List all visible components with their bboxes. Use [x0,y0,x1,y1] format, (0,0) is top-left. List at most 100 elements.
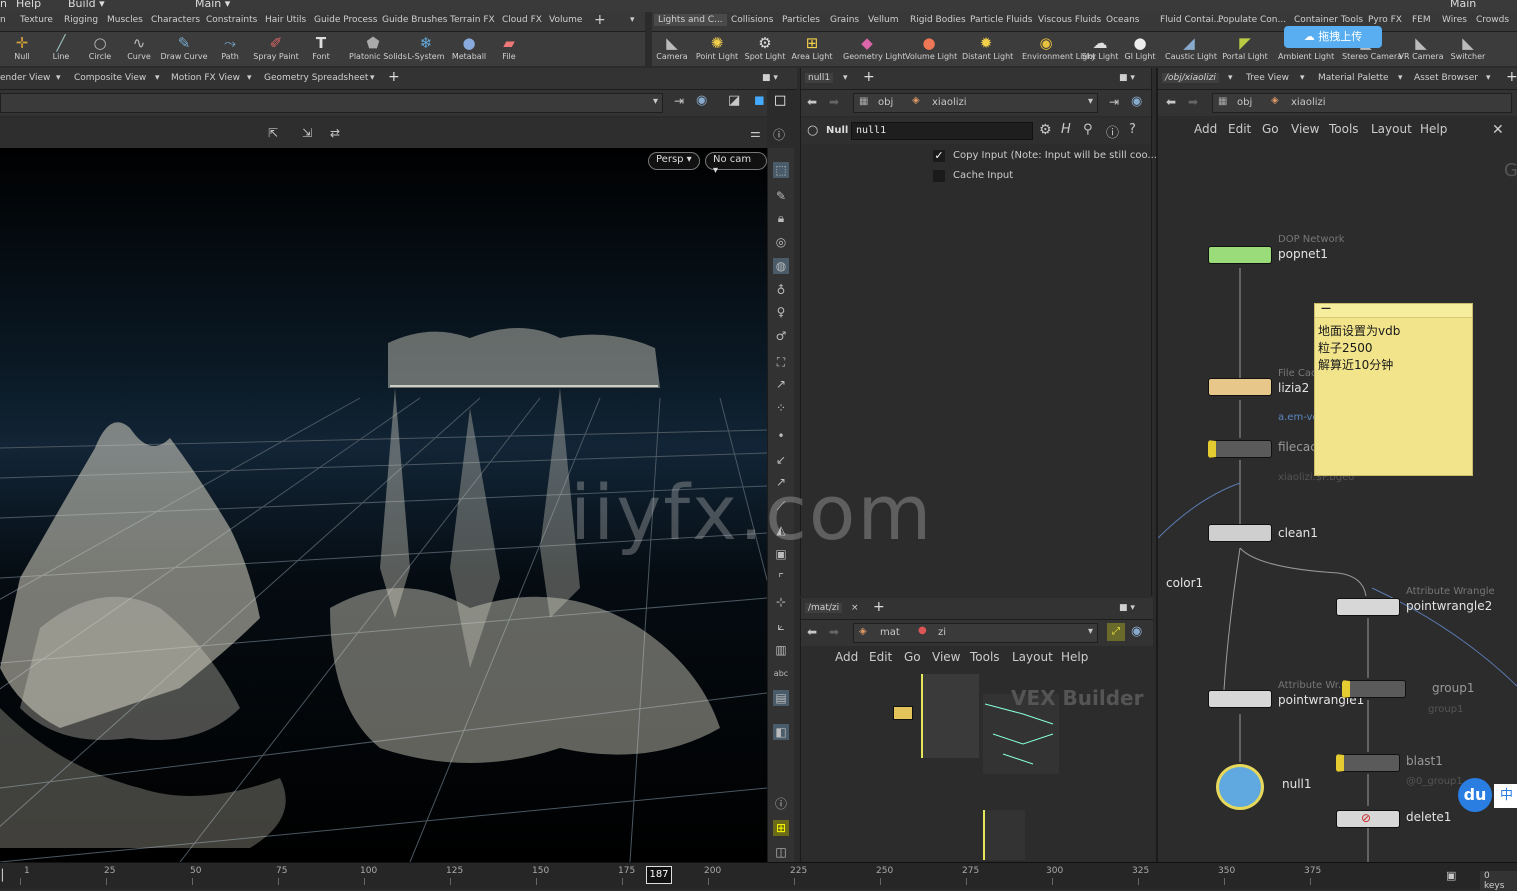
timeline[interactable]: ▏ 1 25 50 75 100 125 150 175 200 225 250… [0,862,1517,891]
camera-menu[interactable]: No cam ▾ [705,152,767,176]
shelf-tab-fem[interactable]: FEM [1412,15,1431,25]
tool-portal-light[interactable]: ◤ Portal Light [1221,34,1269,61]
pin-icon[interactable]: ⇥ [1109,95,1119,109]
shelf-tab-fluid-containers[interactable]: Fluid Contai... [1160,15,1222,25]
link-icon[interactable]: ◉ [1131,94,1142,109]
tool-platonic-solids[interactable]: ⬟ Platonic Solids [349,34,407,61]
link-icon[interactable]: ◉ [1131,624,1142,639]
menu-edit[interactable]: Edit [869,650,892,664]
mat-path-root[interactable]: mat [880,627,900,638]
tool-area-light[interactable]: ⊞ Area Light [788,34,836,61]
node-pointwrangle1[interactable] [1208,690,1272,708]
shelf-tab-guide-brushes[interactable]: Guide Brushes [382,15,448,25]
vex-subnet-block[interactable] [921,674,979,758]
handle-tool-icon[interactable]: ⇄ [330,126,340,140]
node-clean1[interactable] [1208,524,1272,542]
snap-icon[interactable]: ♂ [773,328,789,344]
arrow-icon[interactable]: ↙ [773,452,789,468]
shelf-tab-guide-process[interactable]: Guide Process [314,15,377,25]
corner-icon[interactable]: ⌜ [773,570,789,586]
node-pointwrangle2-label[interactable]: pointwrangle2 [1406,599,1492,613]
normals-icon[interactable]: ↗ [773,376,789,392]
node-pointwrangle2[interactable] [1336,598,1400,616]
menu-add[interactable]: Add [835,650,858,664]
tool-switcher[interactable]: ◣ Switcher [1444,34,1492,61]
add-tab-icon[interactable]: + [873,599,885,615]
tool-gi-light[interactable]: ● GI Light [1116,34,1164,61]
mat-path-node[interactable]: zi [938,627,946,638]
points-icon[interactable]: ⁘ [773,400,789,416]
tab-render-view[interactable]: ender View [0,73,50,83]
background-icon[interactable]: ◧ [773,724,789,740]
shelf-tab-rigid-bodies[interactable]: Rigid Bodies [910,15,966,25]
grid-toggle-icon[interactable]: ⊹ [773,594,789,610]
select-mode-icon[interactable]: ⬚ [773,162,789,178]
copy-input-checkbox[interactable]: ✓ [933,150,945,162]
node-name-field[interactable]: null1 [851,122,1033,140]
render-icon[interactable]: ▤ [773,690,789,706]
shelf-tab-terrain-fx[interactable]: Terrain FX [450,15,495,25]
menu-tools[interactable]: Tools [970,650,1000,664]
tool-font[interactable]: T Font [297,34,345,61]
node-group1-label[interactable]: group1 [1432,681,1475,695]
timeline-start-icon[interactable]: ▏ [2,869,10,882]
shelf-tab-collisions[interactable]: Collisions [731,15,773,25]
shelf-tab-crowds[interactable]: Crowds [1476,15,1509,25]
tool-environment-light[interactable]: ◉ Environment Light [1022,34,1096,61]
link-toggle-icon[interactable]: ⤢ [1107,623,1125,641]
desktop-main-select[interactable]: Main ▾ [195,0,230,10]
node-popnet1[interactable] [1208,246,1272,264]
tool-distant-light[interactable]: ✹ Distant Light [962,34,1013,61]
lock-icon[interactable]: 🔒︎ [773,210,789,226]
tab-close-icon[interactable]: ▾ [370,73,375,83]
pane-menu-icon[interactable]: ■ ▾ [1119,603,1135,613]
dot-icon[interactable]: • [773,428,789,444]
tool-path[interactable]: ⤳ Path [206,34,254,61]
tool-spray-paint[interactable]: ✐ Spray Paint [252,34,300,61]
tab-mat-zi[interactable]: /mat/zi [805,603,843,613]
shelf-tab-constraints[interactable]: Constraints [206,15,257,25]
shelf-tab-particle-fluids[interactable]: Particle Fluids [970,15,1032,25]
shelf-tab-volume[interactable]: Volume [549,15,582,25]
tool-file[interactable]: ▰ File [485,34,533,61]
text-icon[interactable]: abc [773,666,789,682]
link-icon[interactable]: ◉ [696,93,707,108]
ghost-icon[interactable]: ⛶ [773,354,789,370]
light-icon[interactable]: ♁ [773,282,789,298]
node-delete1-label[interactable]: delete1 [1406,810,1451,824]
menu-help[interactable]: Help [16,0,41,10]
shelf-tab-oceans[interactable]: Oceans [1106,15,1139,25]
node-delete1[interactable]: ⊘ [1336,810,1400,828]
search-icon[interactable]: ⚲ [1083,122,1093,137]
node-popnet1-label[interactable]: popnet1 [1278,247,1328,261]
tab-null1[interactable]: null1 [805,73,834,83]
tab-close-icon[interactable]: ▾ [155,73,160,83]
tab-close-icon[interactable]: ▾ [247,73,252,83]
tool-draw-curve[interactable]: ✎ Draw Curve [160,34,208,61]
shelf-tab-wires[interactable]: Wires [1442,15,1467,25]
pane-menu-icon[interactable]: ■ ▾ [762,73,778,83]
add-tab-icon[interactable]: + [388,69,400,85]
node-filecache12[interactable] [1208,440,1272,458]
options-icon[interactable]: ⚌ [750,126,761,140]
mat-path-field[interactable]: ◈ mat ● zi ▾ [853,623,1098,643]
shelf-tab-muscles[interactable]: Muscles [107,15,143,25]
tool-geometry-light[interactable]: ◆ Geometry Light [843,34,905,61]
shelf-tab-hair-utils[interactable]: Hair Utils [265,15,306,25]
desktop-right-select[interactable]: Main [1450,0,1476,10]
param-path-field[interactable]: ▦ obj ◈ xiaolizi ▾ [853,93,1098,113]
path-node[interactable]: xiaolizi [932,97,967,108]
tool-volume-light[interactable]: ● Volume Light [905,34,957,61]
node-lizia2[interactable] [1208,378,1272,396]
node-group1[interactable] [1342,680,1406,698]
pane-menu-icon[interactable]: ■ ▾ [1119,73,1135,83]
shade-icon[interactable]: ◪ [728,93,740,108]
home-icon[interactable]: ◍ [773,258,789,274]
tool-l-system[interactable]: ❄ L-System [402,34,450,61]
menu-view[interactable]: View [932,650,960,664]
wire-icon[interactable]: ⟀ [773,618,789,634]
shelf-tab-texture[interactable]: Texture [20,15,53,25]
node-null1-label[interactable]: null1 [1282,777,1312,791]
persp-menu[interactable]: Persp ▾ [648,152,700,170]
menu-help[interactable]: Help [1061,650,1088,664]
